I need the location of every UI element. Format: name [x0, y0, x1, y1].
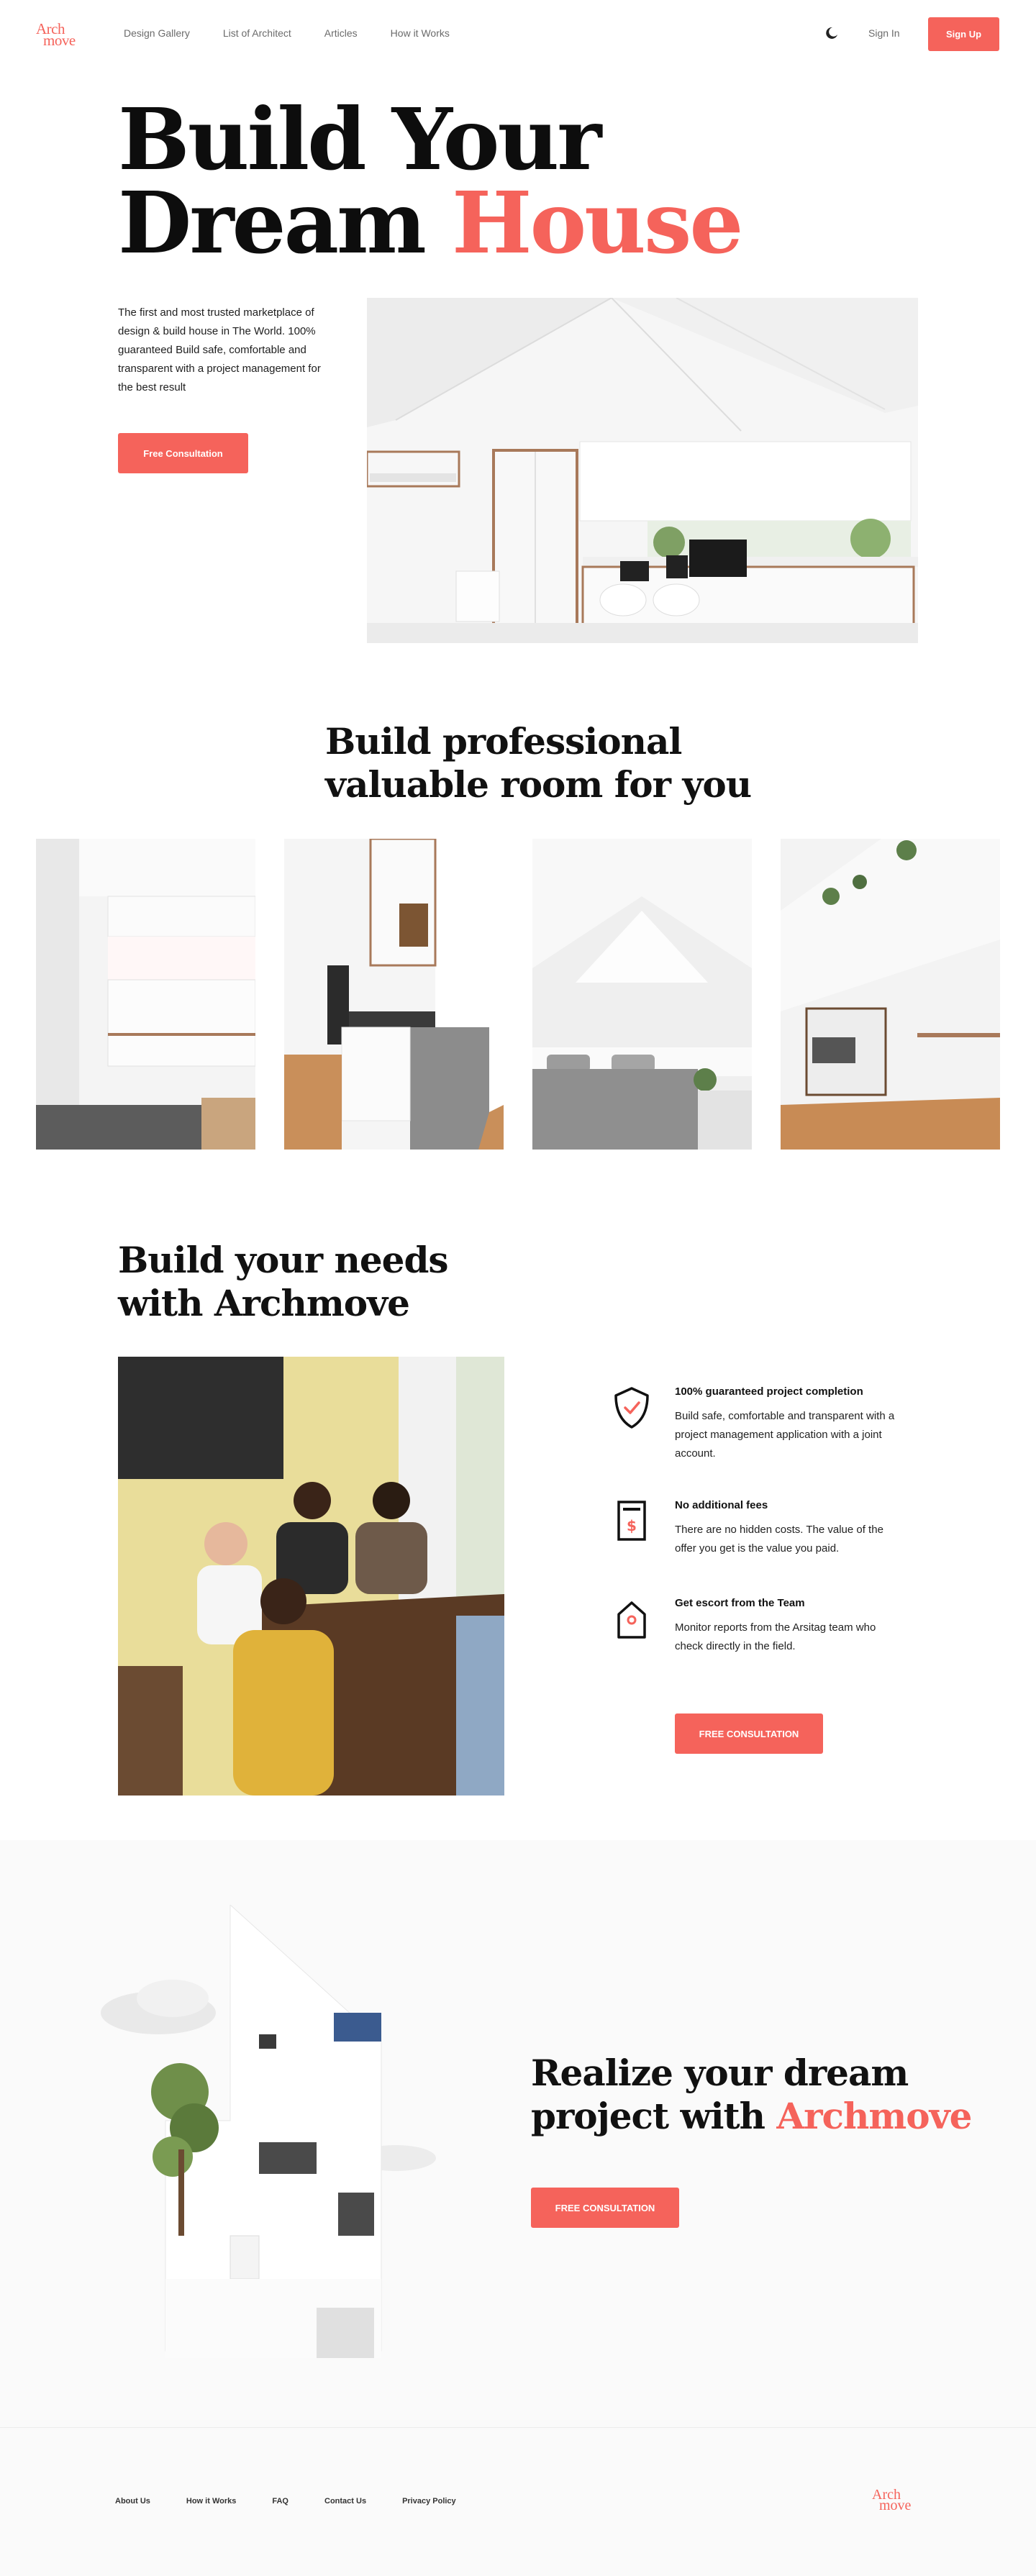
footer-link-how-it-works[interactable]: How it Works: [186, 2497, 236, 2506]
needs-title-line-1: Build your needs: [118, 1239, 449, 1281]
nav-link-how-it-works[interactable]: How it Works: [391, 27, 450, 39]
feature-title: No additional fees: [675, 1499, 768, 1511]
needs-section-title: Build your needs with Archmove: [118, 1239, 449, 1325]
footer-link-contact-us[interactable]: Contact Us: [324, 2497, 366, 2506]
nav-link-design-gallery[interactable]: Design Gallery: [124, 27, 190, 39]
feature-title: Get escort from the Team: [675, 1597, 805, 1609]
room-image-living-corner: [781, 839, 1000, 1150]
footer-logo[interactable]: Arch move: [872, 2488, 915, 2513]
feature-text: Build safe, comfortable and transparent …: [675, 1410, 895, 1460]
nav-link-articles[interactable]: Articles: [324, 27, 358, 39]
room-image-kitchen-wood: [284, 839, 504, 1150]
realize-title-accent: Archmove: [776, 2095, 972, 2137]
realize-free-consultation-button[interactable]: FREE CONSULTATION: [531, 2188, 679, 2228]
realize-title-line-2: project with: [531, 2095, 777, 2137]
rooms-section-title: Build professional valuable room for you: [325, 720, 752, 806]
rooms-title-line-2: valuable room for you: [325, 763, 752, 806]
house-tag-icon: [617, 1601, 646, 1639]
page-footer: About Us How it Works FAQ Contact Us Pri…: [0, 2427, 1036, 2576]
main-nav: Design Gallery List of Architect Article…: [124, 27, 450, 39]
hero-interior-image: [367, 298, 918, 643]
invoice-dollar-icon: $: [617, 1501, 646, 1541]
needs-free-consultation-button[interactable]: FREE CONSULTATION: [675, 1713, 823, 1754]
realize-section-title: Realize your dream project with Archmove: [531, 2052, 972, 2138]
hero-description: The first and most trusted marketplace o…: [118, 306, 321, 393]
footer-link-about-us[interactable]: About Us: [115, 2497, 150, 2506]
feature-text: There are no hidden costs. The value of …: [675, 1524, 883, 1555]
rooms-title-line-1: Build professional: [325, 720, 682, 763]
brand-logo[interactable]: Arch move: [36, 22, 79, 48]
hero-title: Build Your Dream House: [118, 97, 743, 265]
top-navbar: Arch move Design Gallery List of Archite…: [0, 0, 1036, 69]
footer-link-privacy-policy[interactable]: Privacy Policy: [402, 2497, 456, 2506]
hero-title-accent: House: [451, 173, 743, 273]
room-image-bedroom: [532, 839, 752, 1150]
nav-link-list-of-architect[interactable]: List of Architect: [223, 27, 291, 39]
team-meeting-image: [118, 1357, 504, 1796]
shield-check-icon: [614, 1387, 649, 1429]
feature-title: 100% guaranteed project completion: [675, 1385, 863, 1398]
hero-title-line-2: Dream: [118, 173, 452, 273]
sign-up-button[interactable]: Sign Up: [928, 17, 999, 51]
moon-icon[interactable]: [824, 26, 839, 40]
realize-title-line-1: Realize your dream: [531, 2052, 909, 2094]
feature-text: Monitor reports from the Arsitag team wh…: [675, 1621, 876, 1652]
footer-nav: About Us How it Works FAQ Contact Us Pri…: [115, 2497, 456, 2506]
svg-text:$: $: [627, 1517, 637, 1534]
room-image-kitchen-white: [36, 839, 255, 1150]
footer-link-faq[interactable]: FAQ: [272, 2497, 288, 2506]
hero-free-consultation-button[interactable]: Free Consultation: [118, 433, 248, 473]
needs-title-line-2: with Archmove: [118, 1282, 410, 1324]
sign-in-link[interactable]: Sign In: [868, 27, 900, 39]
house-illustration: [101, 1905, 436, 2358]
